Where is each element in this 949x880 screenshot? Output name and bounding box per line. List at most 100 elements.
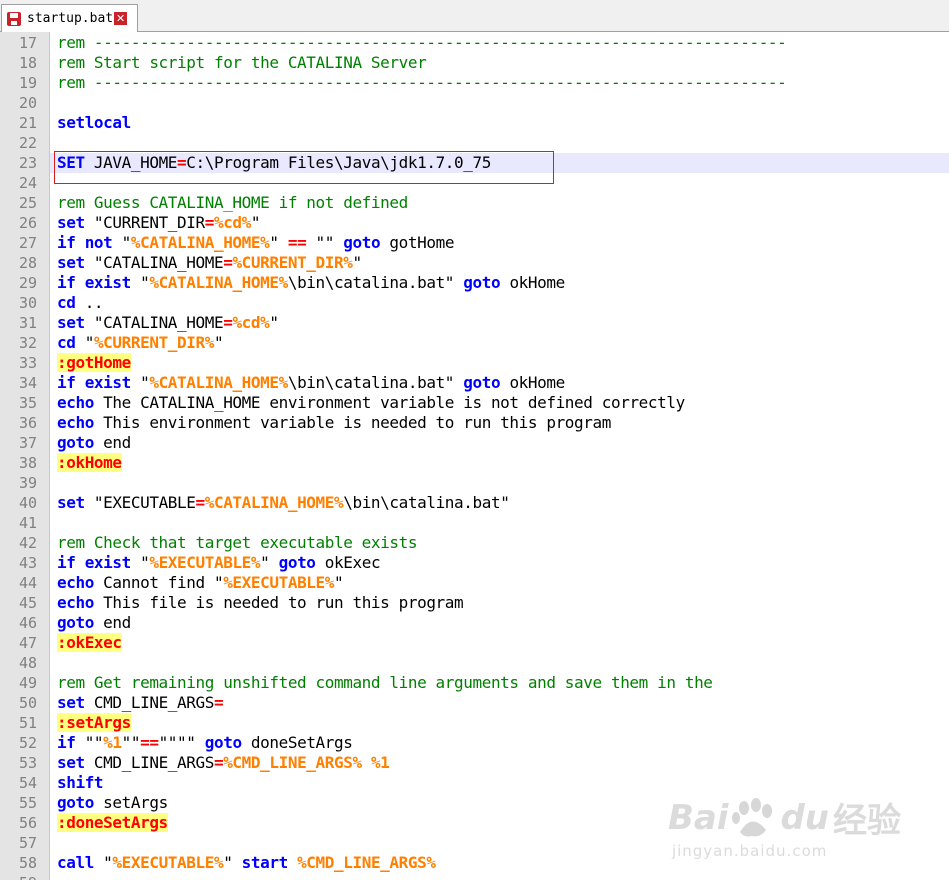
code-text[interactable]: :setArgs bbox=[57, 713, 131, 733]
code-line[interactable]: 41 bbox=[0, 513, 949, 533]
code-text[interactable]: echo Cannot find "%EXECUTABLE%" bbox=[57, 573, 344, 593]
code-line[interactable]: 37 goto end bbox=[0, 433, 949, 453]
code-text[interactable]: set CMD_LINE_ARGS=%CMD_LINE_ARGS% %1 bbox=[57, 753, 390, 773]
tab-startup-bat[interactable]: startup.bat ✕ bbox=[1, 4, 138, 32]
code-text[interactable]: cd "%CURRENT_DIR%" bbox=[57, 333, 224, 353]
code-text[interactable]: call "%EXECUTABLE%" start %CMD_LINE_ARGS… bbox=[57, 853, 436, 873]
code-text[interactable]: echo This file is needed to run this pro… bbox=[57, 593, 464, 613]
code-line[interactable]: 39 bbox=[0, 473, 949, 493]
code-line[interactable]: 22 bbox=[0, 133, 949, 153]
code-line[interactable]: 45 echo This file is needed to run this p… bbox=[0, 593, 949, 613]
code-line[interactable]: 38:okHome bbox=[0, 453, 949, 473]
code-line[interactable]: 26 set "CURRENT_DIR=%cd%" bbox=[0, 213, 949, 233]
code-line[interactable]: 46 goto end bbox=[0, 613, 949, 633]
token-text: CMD_LINE_ARGS bbox=[84, 693, 214, 712]
close-tab-icon[interactable]: ✕ bbox=[114, 12, 128, 25]
token-text: "" bbox=[121, 733, 141, 752]
code-line[interactable]: 43 if exist "%EXECUTABLE%" goto okExec bbox=[0, 553, 949, 573]
code-text[interactable]: SET JAVA_HOME=C:\Program Files\Java\jdk1… bbox=[57, 153, 491, 173]
line-number: 37 bbox=[18, 434, 37, 452]
token-comment: rem Get remaining unshifted command line… bbox=[57, 673, 713, 692]
code-text[interactable]: :okHome bbox=[57, 453, 122, 473]
code-text[interactable]: set CMD_LINE_ARGS= bbox=[57, 693, 224, 713]
code-text[interactable]: cd .. bbox=[57, 293, 104, 313]
code-editor[interactable]: 17 rem ----------------------------------… bbox=[0, 32, 949, 880]
code-line[interactable]: 18 rem Start script for the CATALINA Serv… bbox=[0, 53, 949, 73]
unsaved-file-icon bbox=[7, 11, 21, 26]
code-line[interactable]: 59 bbox=[0, 873, 949, 880]
code-text[interactable]: echo This environment variable is needed… bbox=[57, 413, 611, 433]
code-line[interactable]: 35 echo The CATALINA_HOME environment var… bbox=[0, 393, 949, 413]
code-line[interactable]: 17 rem ----------------------------------… bbox=[0, 33, 949, 53]
code-text[interactable]: echo The CATALINA_HOME environment varia… bbox=[57, 393, 685, 413]
code-line[interactable]: 25 rem Guess CATALINA_HOME if not defined bbox=[0, 193, 949, 213]
code-line[interactable]: 44 echo Cannot find "%EXECUTABLE%" bbox=[0, 573, 949, 593]
code-text[interactable]: set "CATALINA_HOME=%cd%" bbox=[57, 313, 279, 333]
code-line[interactable]: 21 setlocal bbox=[0, 113, 949, 133]
code-line[interactable]: 31 set "CATALINA_HOME=%cd%" bbox=[0, 313, 949, 333]
code-line[interactable]: 20 bbox=[0, 93, 949, 113]
token-text: .. bbox=[75, 293, 104, 312]
token-kw: SET bbox=[57, 153, 85, 172]
code-line[interactable]: 48 bbox=[0, 653, 949, 673]
code-text[interactable]: if exist "%EXECUTABLE%" goto okExec bbox=[57, 553, 381, 573]
code-line[interactable]: 42 rem Check that target executable exist… bbox=[0, 533, 949, 553]
token-text: C:\Program Files\Java\jdk1.7.0_75 bbox=[186, 153, 491, 172]
code-line[interactable]: 50 set CMD_LINE_ARGS= bbox=[0, 693, 949, 713]
code-text[interactable]: rem Get remaining unshifted command line… bbox=[57, 673, 713, 693]
token-text: setArgs bbox=[93, 793, 168, 812]
code-text[interactable]: shift bbox=[57, 773, 104, 793]
code-line[interactable]: 34 if exist "%CATALINA_HOME%\bin\catalina… bbox=[0, 373, 949, 393]
token-kw: set bbox=[57, 213, 85, 232]
code-line[interactable]: 28 set "CATALINA_HOME=%CURRENT_DIR%" bbox=[0, 253, 949, 273]
code-text[interactable]: set "CURRENT_DIR=%cd%" bbox=[57, 213, 261, 233]
token-kw: set bbox=[57, 253, 85, 272]
token-text: end bbox=[93, 433, 131, 452]
code-line[interactable]: 33:gotHome bbox=[0, 353, 949, 373]
code-line[interactable]: 24 bbox=[0, 173, 949, 193]
code-text[interactable]: if exist "%CATALINA_HOME%\bin\catalina.b… bbox=[57, 273, 565, 293]
code-text[interactable]: if exist "%CATALINA_HOME%\bin\catalina.b… bbox=[57, 373, 565, 393]
code-text[interactable]: setlocal bbox=[57, 113, 131, 133]
token-var: %1 bbox=[370, 753, 390, 772]
code-line[interactable]: 40 set "EXECUTABLE=%CATALINA_HOME%\bin\ca… bbox=[0, 493, 949, 513]
code-text[interactable]: set "EXECUTABLE=%CATALINA_HOME%\bin\cata… bbox=[57, 493, 510, 513]
token-text: " bbox=[75, 333, 95, 352]
code-line[interactable]: 30 cd .. bbox=[0, 293, 949, 313]
line-number: 51 bbox=[18, 714, 37, 732]
code-line[interactable]: 52 if ""%1""=="""" goto doneSetArgs bbox=[0, 733, 949, 753]
code-line[interactable]: 27 if not "%CATALINA_HOME%" == "" goto go… bbox=[0, 233, 949, 253]
code-text[interactable]: if not "%CATALINA_HOME%" == "" goto gotH… bbox=[57, 233, 454, 253]
code-line[interactable]: 54 shift bbox=[0, 773, 949, 793]
code-area[interactable]: 17 rem ----------------------------------… bbox=[0, 32, 949, 880]
code-line[interactable]: 32 cd "%CURRENT_DIR%" bbox=[0, 333, 949, 353]
code-line[interactable]: 47:okExec bbox=[0, 633, 949, 653]
code-text[interactable]: goto setArgs bbox=[57, 793, 168, 813]
code-line[interactable]: 36 echo This environment variable is need… bbox=[0, 413, 949, 433]
code-text[interactable]: :doneSetArgs bbox=[57, 813, 168, 833]
code-text[interactable]: rem Check that target executable exists bbox=[57, 533, 417, 553]
code-line[interactable]: 29 if exist "%CATALINA_HOME%\bin\catalina… bbox=[0, 273, 949, 293]
code-line[interactable]: 23 SET JAVA_HOME=C:\Program Files\Java\jd… bbox=[0, 153, 949, 173]
token-text: okHome bbox=[500, 273, 565, 292]
code-text[interactable]: set "CATALINA_HOME=%CURRENT_DIR%" bbox=[57, 253, 362, 273]
code-text[interactable]: rem Start script for the CATALINA Server bbox=[57, 53, 427, 73]
line-number: 55 bbox=[18, 794, 37, 812]
code-line[interactable]: 49 rem Get remaining unshifted command li… bbox=[0, 673, 949, 693]
code-text[interactable]: goto end bbox=[57, 433, 131, 453]
code-text[interactable]: :okExec bbox=[57, 633, 122, 653]
code-line[interactable]: 51 :setArgs bbox=[0, 713, 949, 733]
line-number: 48 bbox=[18, 654, 37, 672]
token-kw: shift bbox=[57, 773, 104, 792]
code-text[interactable]: if ""%1""=="""" goto doneSetArgs bbox=[57, 733, 353, 753]
code-text[interactable]: goto end bbox=[57, 613, 131, 633]
token-label: :gotHome bbox=[57, 353, 131, 372]
code-text[interactable]: rem ------------------------------------… bbox=[57, 33, 787, 53]
token-text: " bbox=[130, 553, 150, 572]
code-text[interactable]: rem Guess CATALINA_HOME if not defined bbox=[57, 193, 408, 213]
token-comment: rem ------------------------------------… bbox=[57, 73, 787, 92]
code-line[interactable]: 19 rem ----------------------------------… bbox=[0, 73, 949, 93]
code-text[interactable]: rem ------------------------------------… bbox=[57, 73, 787, 93]
code-line[interactable]: 53 set CMD_LINE_ARGS=%CMD_LINE_ARGS% %1 bbox=[0, 753, 949, 773]
code-text[interactable]: :gotHome bbox=[57, 353, 131, 373]
